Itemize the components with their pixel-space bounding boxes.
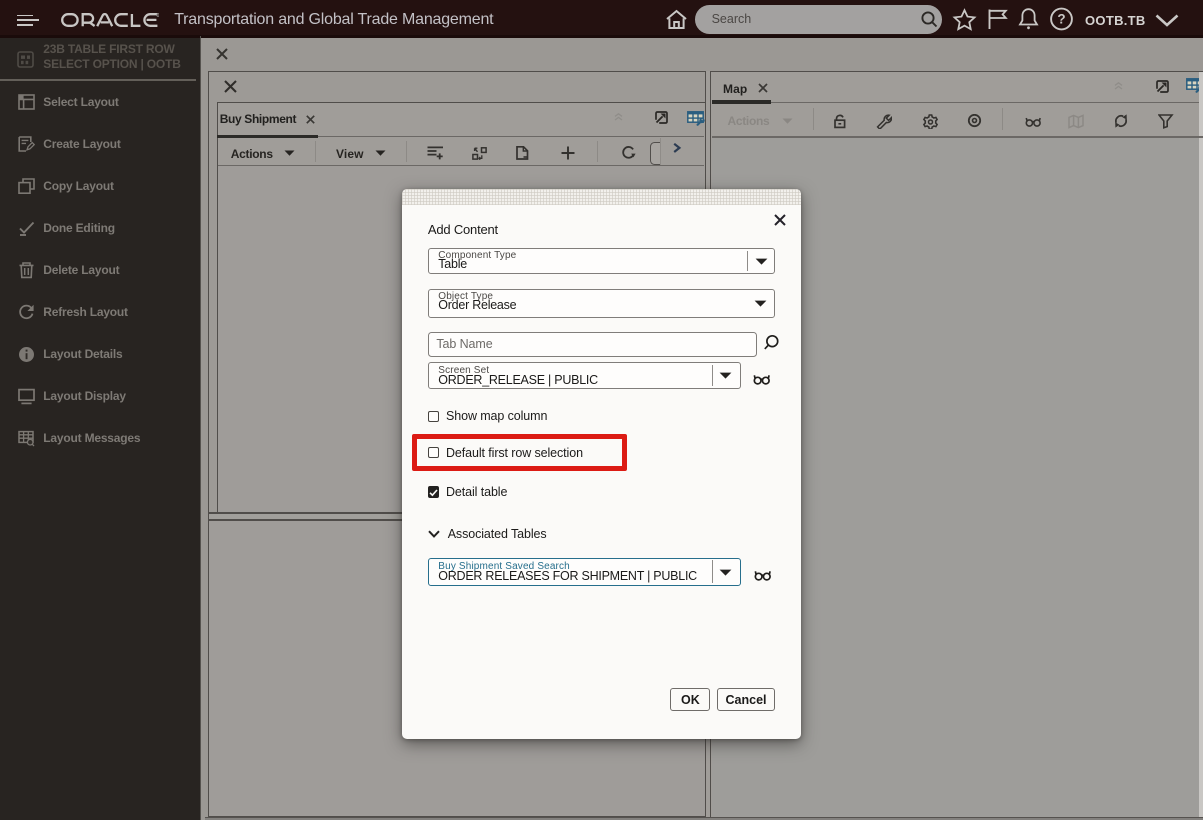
svg-text:?: ? [1057,12,1065,27]
